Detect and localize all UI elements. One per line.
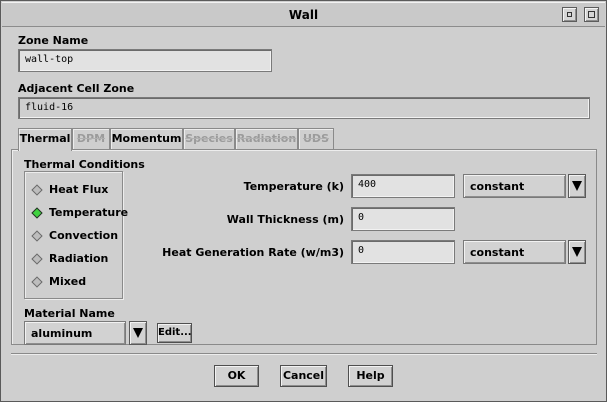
zone-name-input[interactable]: wall-top [18, 49, 272, 72]
tab-momentum[interactable]: Momentum [110, 128, 183, 150]
radio-temperature-label: Temperature [49, 206, 129, 219]
tab-thermal[interactable]: Thermal [18, 128, 72, 151]
wall-dialog: Wall Zone Name wall-top Adjacent Cell Zo… [0, 0, 607, 402]
material-name-select[interactable]: aluminum [24, 321, 126, 345]
tab-uds: UDS [298, 128, 334, 150]
material-name-label: Material Name [24, 307, 115, 320]
material-name-dropdown[interactable] [129, 321, 147, 345]
tab-thermal-label: Thermal [19, 132, 71, 145]
radio-radiation-label: Radiation [49, 252, 109, 265]
wall-thickness-label: Wall Thickness (m) [226, 213, 344, 226]
maximize-icon [588, 11, 595, 18]
footer-separator [11, 353, 597, 355]
radio-heat-flux-label: Heat Flux [49, 183, 109, 196]
triangle-down-icon [572, 181, 582, 191]
adjacent-cell-zone-value: fluid-16 [18, 97, 590, 119]
title-bar[interactable]: Wall [2, 2, 605, 27]
minimize-icon [567, 12, 572, 17]
triangle-down-icon [133, 328, 143, 338]
temperature-input[interactable]: 400 [351, 174, 455, 198]
tab-dpm: DPM [72, 128, 110, 150]
maximize-button[interactable] [584, 7, 599, 22]
tab-radiation: Radiation [235, 128, 298, 150]
thermal-conditions-label: Thermal Conditions [24, 158, 145, 171]
radio-mixed-label: Mixed [49, 275, 87, 288]
tab-radiation-label: Radiation [236, 132, 297, 145]
tab-uds-label: UDS [303, 132, 329, 145]
temperature-label: Temperature (k) [243, 180, 344, 193]
heat-generation-method-select[interactable]: constant [463, 240, 566, 264]
adjacent-cell-zone-label: Adjacent Cell Zone [18, 82, 135, 95]
cancel-button[interactable]: Cancel [280, 365, 327, 387]
window-title: Wall [288, 8, 319, 22]
triangle-down-icon [572, 247, 582, 257]
heat-generation-method-dropdown[interactable] [568, 240, 586, 264]
temperature-method-dropdown[interactable] [568, 174, 586, 198]
minimize-button[interactable] [562, 7, 577, 22]
edit-material-button[interactable]: Edit... [157, 323, 192, 343]
tab-momentum-label: Momentum [111, 132, 182, 145]
tab-species-label: Species [185, 132, 233, 145]
radio-convection-label: Convection [49, 229, 119, 242]
help-button[interactable]: Help [348, 365, 393, 387]
heat-generation-rate-input[interactable]: 0 [351, 240, 455, 264]
tab-dpm-label: DPM [76, 132, 106, 145]
heat-generation-rate-label: Heat Generation Rate (w/m3) [162, 246, 344, 259]
zone-name-label: Zone Name [18, 34, 89, 47]
ok-button[interactable]: OK [214, 365, 259, 387]
tab-species: Species [183, 128, 235, 150]
wall-thickness-input[interactable]: 0 [351, 207, 455, 231]
temperature-method-select[interactable]: constant [463, 174, 566, 198]
